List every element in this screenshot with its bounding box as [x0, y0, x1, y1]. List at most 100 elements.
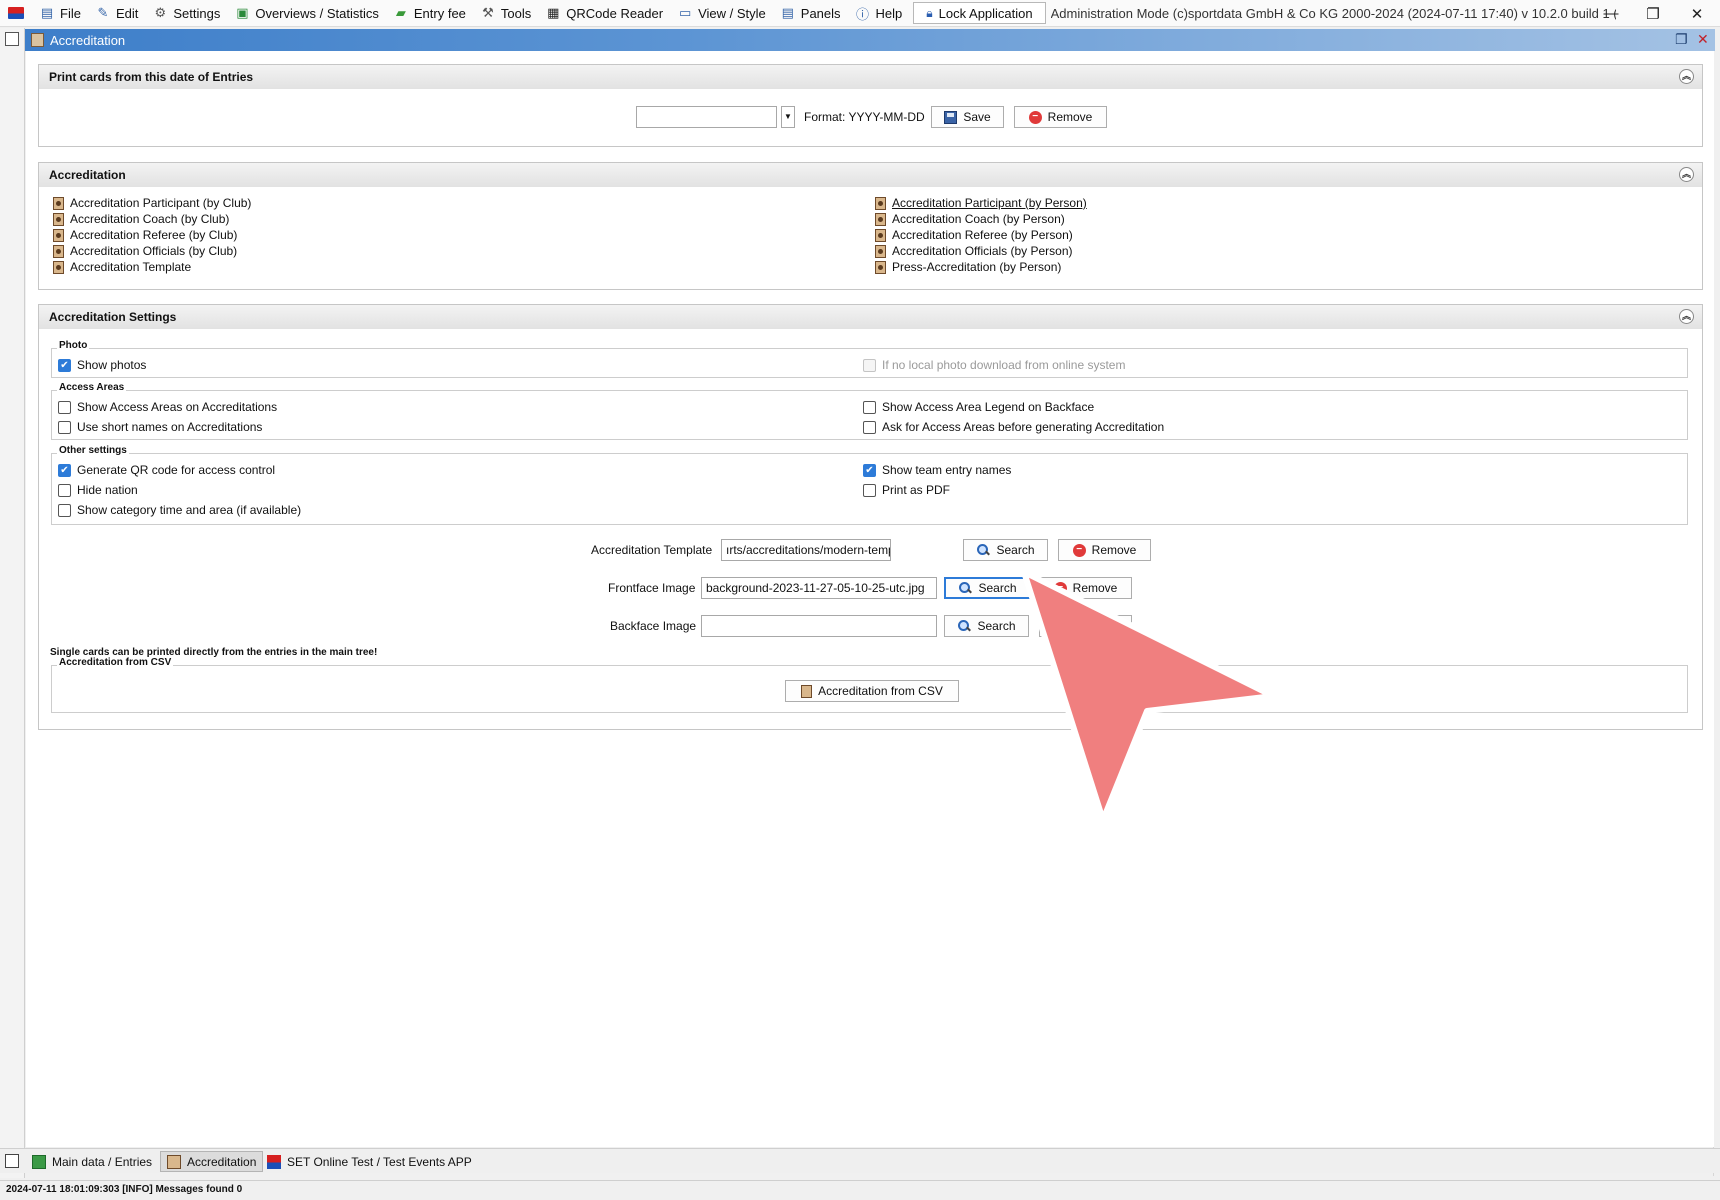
menu-tools[interactable]: ⚒ Tools: [473, 2, 538, 24]
panel-heading: Print cards from this date of Entries: [49, 70, 254, 84]
link-coach-by-club[interactable]: Accreditation Coach (by Club): [53, 211, 229, 227]
tab-set-online-test[interactable]: SET Online Test / Test Events APP: [261, 1151, 478, 1172]
remove-date-button[interactable]: − Remove: [1014, 106, 1107, 128]
collapse-icon[interactable]: ︽: [1679, 69, 1694, 84]
document-icon: [875, 228, 886, 242]
frontface-label: Frontface Image: [608, 581, 696, 595]
menu-overviews[interactable]: ▣ Overviews / Statistics: [227, 2, 386, 24]
legend-backface-checkbox[interactable]: Show Access Area Legend on Backface: [863, 400, 1094, 414]
show-photos-checkbox[interactable]: ✔ Show photos: [58, 358, 146, 372]
date-dropdown-button[interactable]: ▼: [781, 106, 795, 128]
tab-main-data[interactable]: Main data / Entries: [26, 1151, 158, 1172]
tab-accreditation[interactable]: Accreditation: [160, 1151, 264, 1172]
no-local-photo-checkbox[interactable]: If no local photo download from online s…: [863, 358, 1125, 372]
panels-icon: ▤: [781, 5, 794, 20]
search-icon: [958, 581, 972, 595]
document-icon: [875, 196, 886, 210]
menu-file[interactable]: ▤ File: [32, 2, 88, 24]
money-icon: ▰: [395, 5, 406, 20]
accreditation-from-csv-button[interactable]: Accreditation from CSV: [785, 680, 959, 702]
link-referee-by-person[interactable]: Accreditation Referee (by Person): [875, 227, 1073, 243]
restore-button[interactable]: ❐: [1630, 0, 1676, 27]
frame-restore-icon[interactable]: ❐: [1675, 31, 1688, 48]
document-icon: [875, 260, 886, 274]
link-press-by-person[interactable]: Press-Accreditation (by Person): [875, 259, 1061, 275]
template-label: Accreditation Template: [591, 543, 713, 557]
menu-settings[interactable]: ⚙ Settings: [145, 2, 227, 24]
short-names-checkbox[interactable]: Use short names on Accreditations: [58, 420, 262, 434]
panel-header[interactable]: Accreditation ︽: [39, 163, 1702, 187]
document-icon: [875, 212, 886, 226]
close-window-button[interactable]: ✕: [1674, 0, 1720, 27]
menu-entry-fee[interactable]: ▰ Entry fee: [386, 2, 473, 24]
link-officials-by-person[interactable]: Accreditation Officials (by Person): [875, 243, 1073, 259]
panel-header[interactable]: Accreditation Settings ︽: [39, 305, 1702, 329]
menu-help[interactable]: ⓘ Help: [848, 2, 910, 24]
arrow-shape: [1021, 569, 1276, 823]
panel-heading: Accreditation Settings: [49, 310, 177, 324]
search-icon: [957, 619, 971, 633]
collapse-icon[interactable]: ︽: [1679, 167, 1694, 182]
print-as-pdf-checkbox[interactable]: Print as PDF: [863, 483, 950, 497]
link-coach-by-person[interactable]: Accreditation Coach (by Person): [875, 211, 1065, 227]
show-access-areas-checkbox[interactable]: Show Access Areas on Accreditations: [58, 400, 277, 414]
right-edge-scrollbar[interactable]: [1713, 51, 1720, 1176]
lock-application-button[interactable]: 🔒︎ Lock Application: [913, 2, 1046, 24]
help-icon: ⓘ: [856, 6, 870, 22]
template-remove-button[interactable]: − Remove: [1058, 539, 1151, 561]
accreditation-panel: Accreditation ︽ Accreditation Participan…: [38, 162, 1703, 290]
document-icon: [53, 228, 64, 242]
document-icon: [53, 196, 64, 210]
template-path-input[interactable]: ırts/accreditations/modern-template.prpt: [721, 539, 891, 561]
menu-panels[interactable]: ▤ Panels: [773, 2, 848, 24]
frame-close-icon[interactable]: ✕: [1697, 31, 1709, 48]
link-participant-by-club[interactable]: Accreditation Participant (by Club): [53, 195, 251, 211]
photo-group: Photo ✔ Show photos If no local photo dow…: [51, 340, 1688, 378]
ask-access-areas-checkbox[interactable]: Ask for Access Areas before generating A…: [863, 420, 1164, 434]
template-search-button[interactable]: Search: [963, 539, 1048, 561]
accreditation-settings-panel: Accreditation Settings ︽ Photo ✔ Show pho…: [38, 304, 1703, 730]
document-icon: [53, 244, 64, 258]
group-title: Access Areas: [57, 382, 127, 393]
collapse-icon[interactable]: ︽: [1679, 309, 1694, 324]
backface-label: Backface Image: [610, 619, 697, 633]
accreditation-icon: [167, 1154, 181, 1169]
save-button[interactable]: Save: [931, 106, 1004, 128]
panel-heading: Accreditation: [49, 168, 126, 182]
minimize-button[interactable]: —: [1588, 0, 1634, 27]
panel-header[interactable]: Print cards from this date of Entries ︽: [39, 65, 1702, 89]
category-time-checkbox[interactable]: Show category time and area (if availabl…: [58, 503, 301, 517]
app-logo-icon: [267, 1154, 281, 1169]
overview-icon: ▣: [236, 5, 249, 20]
access-areas-group: Access Areas Show Access Areas on Accred…: [51, 382, 1688, 440]
hide-nation-checkbox[interactable]: Hide nation: [58, 483, 138, 497]
menu-edit[interactable]: ✎ Edit: [88, 2, 145, 24]
date-input[interactable]: [636, 106, 777, 128]
remove-icon: −: [1028, 110, 1042, 124]
window-title-info: Administration Mode (c)sportdata GmbH & …: [1050, 5, 1616, 21]
menu-bar: ▤ File ✎ Edit ⚙ Settings ▣ Overviews / Stati…: [0, 0, 1720, 27]
link-template[interactable]: Accreditation Template: [53, 259, 191, 275]
windows-icon[interactable]: [5, 32, 19, 46]
frontface-path-input[interactable]: background-2023-11-27-05-10-25-utc.jpg: [701, 577, 937, 599]
left-side-strip: [0, 28, 25, 1178]
gear-icon: ⚙: [154, 5, 167, 20]
backface-path-input[interactable]: [701, 615, 937, 637]
csv-group: Accreditation from CSV Accreditation fro…: [51, 657, 1688, 713]
checkmark-icon: ✔: [58, 358, 71, 372]
team-entry-names-checkbox[interactable]: ✔ Show team entry names: [863, 463, 1011, 477]
menu-view-style[interactable]: ▭ View / Style: [670, 2, 773, 24]
other-settings-group: Other settings ✔ Generate QR code for acc…: [51, 445, 1688, 525]
menu-qrcode-reader[interactable]: ▦ QRCode Reader: [538, 2, 670, 24]
link-referee-by-club[interactable]: Accreditation Referee (by Club): [53, 227, 237, 243]
tabs-menu-icon[interactable]: [5, 1154, 19, 1168]
status-bar: 2024-07-11 18:01:09:303 [INFO] Messages …: [0, 1180, 1720, 1200]
link-participant-by-person[interactable]: Accreditation Participant (by Person): [875, 195, 1087, 211]
print-cards-panel: Print cards from this date of Entries ︽ …: [38, 64, 1703, 147]
search-icon: [976, 543, 990, 557]
overview-icon: [32, 1154, 46, 1169]
pointer-arrow-overlay: [1021, 569, 1276, 823]
link-officials-by-club[interactable]: Accreditation Officials (by Club): [53, 243, 237, 259]
save-icon: [944, 110, 958, 124]
qr-code-checkbox[interactable]: ✔ Generate QR code for access control: [58, 463, 275, 477]
